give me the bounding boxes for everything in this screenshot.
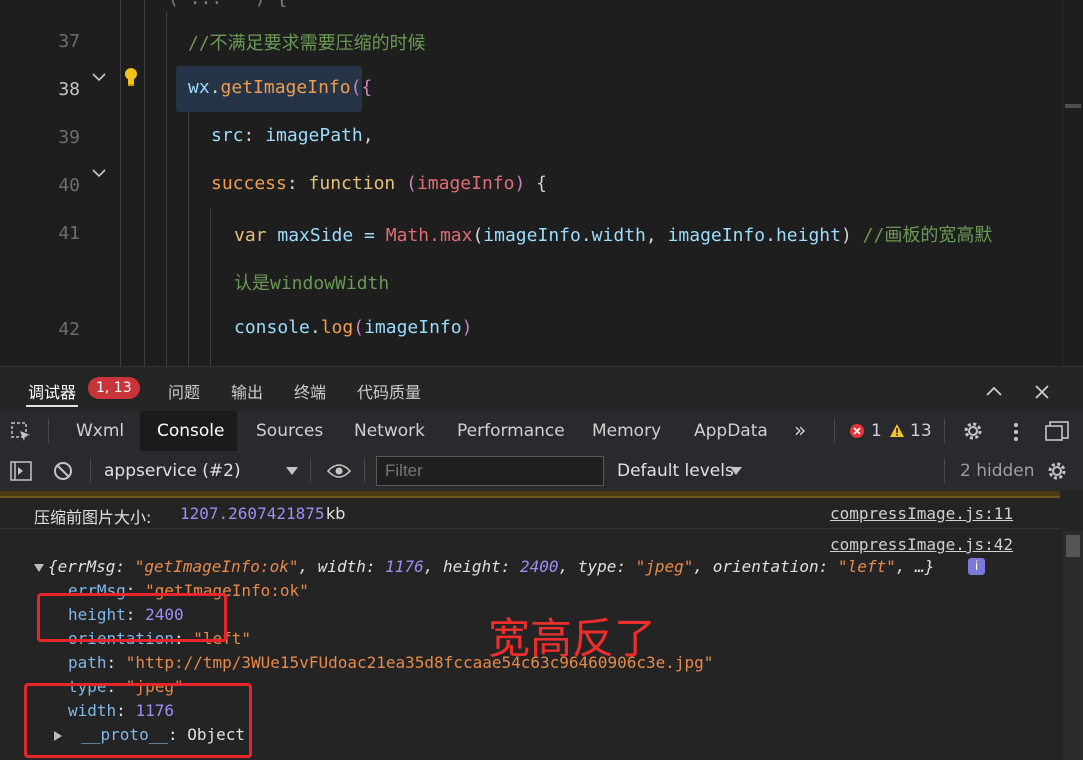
indent-guide [210,208,211,366]
warning-count[interactable]: 13 [910,421,932,441]
tab-wxml[interactable]: Wxml [76,421,124,441]
indent-guide [144,0,145,366]
tab-performance[interactable]: Performance [457,421,565,441]
devtools-tabbar: Wxml Console Sources Network Performance… [0,411,1083,452]
close-icon[interactable] [1034,384,1050,400]
tab-code-quality[interactable]: 代码质量 [357,379,421,403]
line-number: 37 [58,31,80,52]
code-line-41-wrap: 认是windowWidth [234,273,390,294]
divider [944,419,945,443]
code-line-38: wx.getImageInfo({ [188,77,373,98]
error-count[interactable]: 1 [871,421,882,441]
divider [944,459,945,483]
clear-console-icon[interactable] [53,461,73,481]
caret-down-icon[interactable] [730,467,742,476]
info-icon[interactable]: i [968,558,985,575]
scrollbar-thumb[interactable] [1066,535,1080,557]
annotation-text: 宽高反了 [488,614,657,663]
divider [48,419,49,443]
tab-network[interactable]: Network [354,421,425,441]
eye-icon[interactable] [327,463,351,479]
divider [310,459,311,483]
chevron-up-icon[interactable] [985,385,1003,397]
lightbulb-icon[interactable] [121,66,141,88]
tab-memory[interactable]: Memory [592,421,661,441]
line-number: 42 [58,319,80,340]
console-row: 压缩前图片大小: 1207.2607421875 kb compressImag… [0,504,1060,529]
code-editor[interactable]: ( ... ) { 37 38 39 40 41 42 //不满足要求需要压缩的… [0,0,1083,366]
dock-side-icon[interactable] [1044,420,1070,442]
fold-chevron-down-icon[interactable] [90,164,108,182]
caret-down-icon[interactable] [286,467,298,476]
divider [834,419,835,443]
line-number: 41 [58,223,80,244]
line-number: 39 [58,127,80,148]
annotation-box-width [24,683,252,758]
tab-appdata[interactable]: AppData [694,421,768,441]
line-number: 38 [58,79,80,100]
code-line-42: console.log(imageInfo) [234,317,473,338]
more-tabs-icon[interactable]: » [794,418,806,442]
filter-input[interactable] [376,456,604,486]
code-line-41: var maxSide = Math.max(imageInfo.width, … [234,225,993,246]
indent-guide [188,112,189,366]
context-selector[interactable]: appservice (#2) [104,461,241,481]
inspect-element-icon[interactable] [10,421,32,443]
tab-problems[interactable]: 问题 [168,379,200,403]
tab-console[interactable]: Console [157,421,225,441]
error-icon [850,424,864,438]
console-scrollbar[interactable] [1063,531,1083,760]
indent-guide [166,12,167,366]
active-tab-indicator [26,405,78,407]
object-summary: {errMsg: "getImageInfo:ok", width: 1176,… [48,557,935,576]
indent-guide [120,0,121,366]
console-filter-bar: appservice (#2) Default levels 2 hidden [0,451,1083,492]
console-settings-gear-icon[interactable] [1046,460,1068,482]
divider [90,459,91,483]
tab-terminal[interactable]: 终端 [294,379,326,403]
source-link[interactable]: compressImage.js:11 [830,504,1013,523]
gear-icon[interactable] [962,420,984,442]
code-comment: //不满足要求需要压缩的时候 [188,33,426,54]
tab-output[interactable]: 输出 [231,379,263,403]
hidden-count: 2 hidden [960,461,1035,481]
warning-icon [890,424,904,437]
tab-debugger[interactable]: 调试器 [28,379,76,403]
line-number: 40 [58,175,80,196]
code-line-36-fragment: ( ... ) { [168,0,287,9]
annotation-box-height [37,593,227,642]
kebab-menu-icon[interactable] [1010,421,1022,443]
log-levels-dropdown[interactable]: Default levels [617,461,734,481]
debugger-badge: 1, 13 [88,377,140,399]
code-line-39: src: imagePath, [211,125,374,146]
warning-row-cut [0,491,1060,498]
tab-sources[interactable]: Sources [256,421,323,441]
source-link[interactable]: compressImage.js:42 [830,535,1013,554]
editor-scrollbar[interactable] [1062,0,1083,366]
sidebar-toggle-icon[interactable] [10,461,32,481]
expand-triangle-icon[interactable] [34,564,44,572]
divider [364,459,365,483]
panel-tabbar: 调试器 1, 13 问题 输出 终端 代码质量 [0,366,1083,412]
fold-chevron-down-icon[interactable] [90,68,108,86]
scrollbar-thumb[interactable] [1065,104,1081,108]
code-line-40: success: function (imageInfo) { [211,173,548,194]
